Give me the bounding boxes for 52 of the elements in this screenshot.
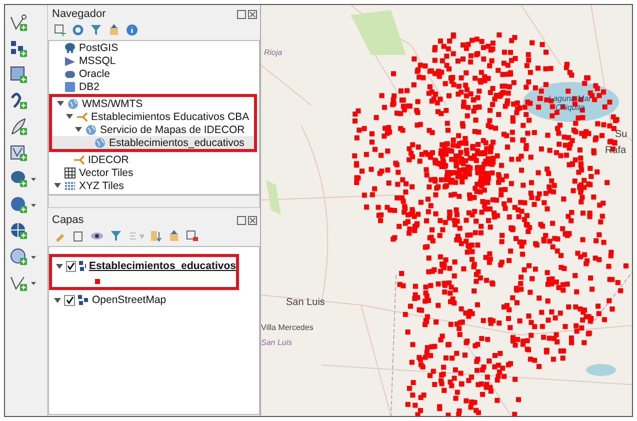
checkmark-icon — [66, 296, 74, 304]
curve-icon[interactable] — [9, 91, 29, 111]
filter-icon[interactable] — [90, 24, 102, 36]
layer-item[interactable]: Establecimientos_educativos — [52, 257, 236, 275]
tree-item[interactable]: Vector Tiles — [49, 166, 259, 179]
map-label: Rioja — [264, 48, 282, 58]
vector-layer-icon[interactable] — [9, 13, 29, 33]
tree-item[interactable]: Oracle — [49, 67, 259, 80]
tree-item[interactable]: WMS/WMTS — [52, 97, 254, 110]
tree-item[interactable]: MSSQL — [49, 54, 259, 67]
tree-item[interactable]: Establecimientos_educativos — [52, 136, 254, 149]
checkbox[interactable] — [64, 294, 75, 306]
collapse-icon[interactable] — [108, 24, 120, 36]
checkbox[interactable] — [66, 260, 76, 272]
raster-layer-icon[interactable] — [9, 39, 29, 59]
map-label: Su — [615, 129, 628, 140]
filter-icon[interactable] — [110, 230, 122, 242]
layer-item[interactable]: OpenStreetMap — [49, 291, 259, 309]
eye-icon[interactable] — [90, 230, 104, 242]
checkmark-icon — [67, 262, 75, 270]
map-label: Villa Mercedes — [261, 323, 314, 332]
panel-title: Navegador — [52, 8, 106, 20]
tree-item[interactable]: XYZ Tiles — [49, 179, 259, 192]
tree-item[interactable]: DB2 — [49, 80, 259, 93]
expand-arrow-icon[interactable] — [56, 262, 63, 270]
connector-icon — [73, 154, 85, 166]
tiles-icon — [64, 180, 76, 192]
remove-layer-icon[interactable] — [186, 230, 198, 242]
map-label: San Luis — [286, 297, 325, 308]
database-icon — [64, 80, 76, 92]
tree-item[interactable]: PostGIS — [49, 41, 259, 54]
polygon-layer-icon[interactable] — [9, 143, 29, 163]
expand-arrow-icon[interactable] — [54, 296, 60, 304]
map-label: Rafa — [605, 145, 626, 156]
tree-item[interactable]: Establecimientos Educativos CBA — [52, 110, 254, 123]
tree-item[interactable]: Servicio de Mapas de IDECOR — [52, 123, 254, 136]
collapse-icon[interactable] — [168, 230, 180, 242]
window-controls-icon[interactable] — [237, 10, 257, 18]
map-label: San Luis — [261, 338, 292, 348]
tree-item[interactable]: IDECOR — [49, 153, 259, 166]
connector-icon — [76, 110, 88, 122]
add-icon[interactable] — [54, 24, 66, 36]
scrollbar[interactable] — [48, 195, 260, 208]
info-icon[interactable] — [126, 24, 138, 36]
panel-title: Capas — [52, 214, 84, 226]
window-controls-icon[interactable] — [237, 216, 257, 224]
feather-icon[interactable] — [9, 117, 29, 137]
expand-all-icon[interactable] — [150, 230, 162, 242]
raster-layer-icon — [79, 260, 86, 272]
expand-arrow-icon[interactable] — [54, 182, 60, 189]
raster-layer-icon — [78, 294, 89, 306]
grid-icon — [64, 166, 76, 178]
